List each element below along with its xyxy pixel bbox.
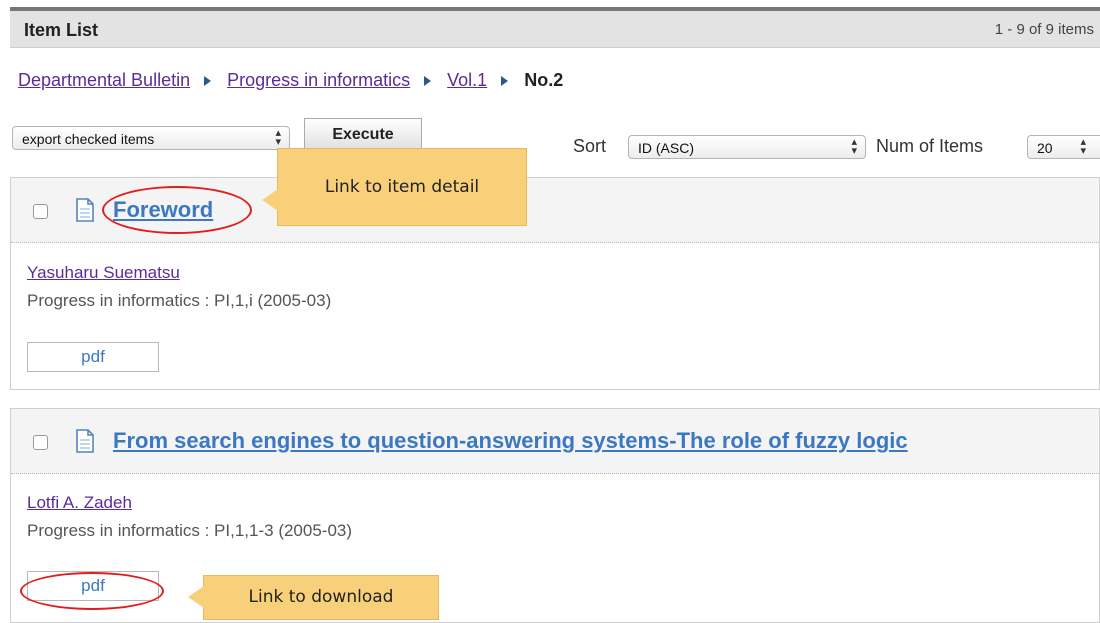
document-icon xyxy=(76,198,94,222)
callout-download: Link to download xyxy=(188,575,439,620)
updown-arrows-icon: ▴ ▾ xyxy=(851,136,857,157)
breadcrumb-progress-in-informatics[interactable]: Progress in informatics xyxy=(227,70,410,90)
export-select-value: export checked items xyxy=(22,131,155,147)
breadcrumb-current: No.2 xyxy=(524,70,564,90)
triangle-right-icon xyxy=(204,76,212,87)
breadcrumb-departmental-bulletin[interactable]: Departmental Bulletin xyxy=(18,70,190,90)
triangle-right-icon xyxy=(501,76,509,87)
updown-arrows-icon: ▴ ▾ xyxy=(275,127,281,148)
num-items-label: Num of Items xyxy=(876,136,984,156)
checkbox-icon[interactable] xyxy=(33,435,48,450)
publication-info: Progress in informatics : PI,1,1-3 (2005… xyxy=(27,521,353,540)
triangle-right-icon xyxy=(424,76,432,87)
item-title-link[interactable]: From search engines to question-answerin… xyxy=(113,428,908,454)
callout-download-text: Link to download xyxy=(248,587,394,607)
sort-select[interactable]: ID (ASC) ▴ ▾ xyxy=(628,135,866,159)
list-item: From search engines to question-answerin… xyxy=(10,408,1100,623)
publication-info: Progress in informatics : PI,1,i (2005-0… xyxy=(27,291,332,310)
num-items-select[interactable]: 20 ▴ ▾ xyxy=(1027,135,1100,159)
sort-label: Sort xyxy=(573,136,607,156)
breadcrumb: Departmental Bulletin Progress in informa… xyxy=(18,70,563,91)
callout-pointer xyxy=(188,586,204,608)
highlight-ellipse xyxy=(102,186,252,234)
updown-arrows-icon: ▴ ▾ xyxy=(1080,136,1086,157)
item-count: 1 - 9 of 9 items xyxy=(994,21,1094,38)
execute-button[interactable]: Execute xyxy=(304,118,422,152)
author-link[interactable]: Lotfi A. Zadeh xyxy=(27,493,132,513)
document-icon xyxy=(76,429,94,453)
page-title: Item List xyxy=(24,20,99,40)
num-items-value: 20 xyxy=(1037,140,1053,156)
callout-pointer xyxy=(262,189,278,211)
sort-select-value: ID (ASC) xyxy=(638,140,694,156)
pdf-download-button[interactable]: pdf xyxy=(27,342,159,372)
callout-item-detail-text: Link to item detail xyxy=(324,177,480,197)
checkbox-icon[interactable] xyxy=(33,204,48,219)
item-list-header: Item List 1 - 9 of 9 items xyxy=(10,11,1100,48)
highlight-ellipse xyxy=(20,572,164,610)
callout-item-detail: Link to item detail xyxy=(262,148,527,226)
breadcrumb-vol1[interactable]: Vol.1 xyxy=(447,70,487,90)
author-link[interactable]: Yasuharu Suematsu xyxy=(27,263,180,283)
export-select[interactable]: export checked items ▴ ▾ xyxy=(12,126,290,150)
